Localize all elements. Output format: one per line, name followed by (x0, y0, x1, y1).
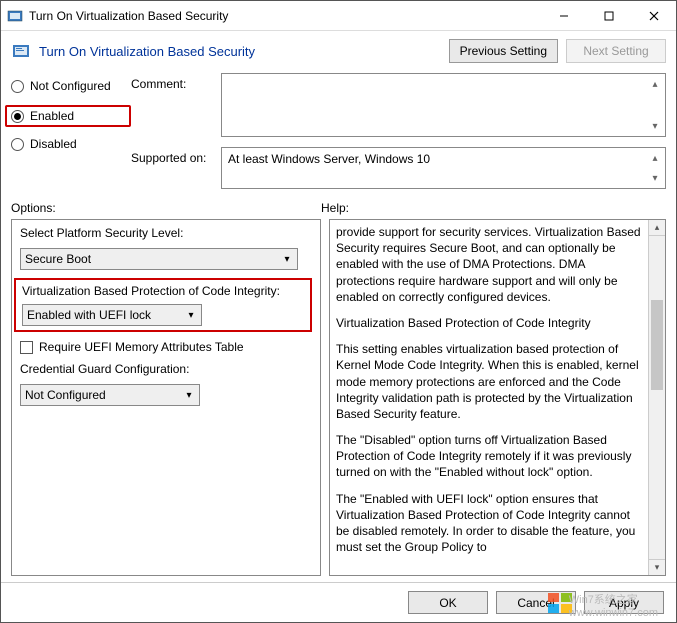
lower-section: Select Platform Security Level: Secure B… (1, 219, 676, 582)
state-radio-group: Not Configured Enabled Disabled (11, 73, 131, 189)
radio-label: Enabled (30, 109, 74, 123)
comment-field: Comment: ▴ ▾ (131, 73, 666, 137)
dropdown-value: Secure Boot (25, 252, 91, 266)
comment-textarea[interactable]: ▴ ▾ (221, 73, 666, 137)
help-paragraph: provide support for security services. V… (336, 224, 642, 305)
scroll-up-icon[interactable]: ▴ (649, 220, 665, 236)
dropdown-value: Not Configured (25, 388, 106, 402)
header: Turn On Virtualization Based Security Pr… (1, 31, 676, 67)
platform-security-label: Select Platform Security Level: (20, 226, 312, 240)
credential-guard-label: Credential Guard Configuration: (20, 362, 312, 376)
help-pane: provide support for security services. V… (329, 219, 666, 576)
radio-not-configured[interactable]: Not Configured (11, 79, 131, 93)
radio-icon (11, 80, 24, 93)
credential-guard-dropdown[interactable]: Not Configured ▾ (20, 384, 200, 406)
platform-security-dropdown[interactable]: Secure Boot ▾ (20, 248, 298, 270)
help-paragraph: This setting enables virtualization base… (336, 341, 642, 422)
supported-on-box: At least Windows Server, Windows 10 ▴ ▾ (221, 147, 666, 189)
supported-on-label: Supported on: (131, 147, 221, 165)
radio-label: Not Configured (30, 79, 111, 93)
checkbox-icon (20, 341, 33, 354)
uefi-mat-checkbox-row[interactable]: Require UEFI Memory Attributes Table (20, 340, 312, 354)
upper-right: Comment: ▴ ▾ Supported on: At least Wind… (131, 73, 666, 189)
help-text: provide support for security services. V… (330, 220, 648, 575)
code-integrity-group: Virtualization Based Protection of Code … (14, 278, 312, 332)
radio-icon (11, 110, 24, 123)
scroll-up-icon[interactable]: ▴ (647, 150, 663, 166)
policy-icon (11, 41, 31, 61)
chevron-down-icon: ▾ (184, 308, 198, 322)
scroll-down-icon[interactable]: ▾ (647, 170, 663, 186)
code-integrity-dropdown[interactable]: Enabled with UEFI lock ▾ (22, 304, 202, 326)
titlebar: Turn On Virtualization Based Security (1, 1, 676, 31)
help-paragraph: Virtualization Based Protection of Code … (336, 315, 642, 331)
scrollbar-thumb[interactable] (651, 300, 663, 390)
radio-icon (11, 138, 24, 151)
ok-button[interactable]: OK (408, 591, 488, 614)
gpo-editor-window: Turn On Virtualization Based Security Tu… (0, 0, 677, 623)
help-scrollbar[interactable]: ▴ ▾ (648, 220, 665, 575)
options-pane: Select Platform Security Level: Secure B… (11, 219, 321, 576)
policy-title: Turn On Virtualization Based Security (39, 44, 441, 59)
window-title: Turn On Virtualization Based Security (29, 9, 541, 23)
app-icon (7, 8, 23, 24)
radio-disabled[interactable]: Disabled (11, 137, 131, 151)
scroll-down-icon[interactable]: ▾ (647, 118, 663, 134)
comment-label: Comment: (131, 73, 221, 91)
supported-on-field: Supported on: At least Windows Server, W… (131, 147, 666, 189)
chevron-down-icon: ▾ (280, 252, 294, 266)
scroll-down-icon[interactable]: ▾ (649, 559, 665, 575)
next-setting-button: Next Setting (566, 39, 666, 63)
help-heading: Help: (321, 201, 666, 215)
scroll-up-icon[interactable]: ▴ (647, 76, 663, 92)
apply-button[interactable]: Apply (584, 591, 664, 614)
mid-labels: Options: Help: (1, 193, 676, 219)
code-integrity-label: Virtualization Based Protection of Code … (22, 284, 304, 298)
options-heading: Options: (11, 201, 321, 215)
footer: OK Cancel Apply Win7系统之家 www.winwin7.com (1, 582, 676, 622)
cancel-button[interactable]: Cancel (496, 591, 576, 614)
previous-setting-button[interactable]: Previous Setting (449, 39, 558, 63)
help-paragraph: The "Disabled" option turns off Virtuali… (336, 432, 642, 481)
maximize-button[interactable] (586, 2, 631, 30)
radio-enabled[interactable]: Enabled (5, 105, 131, 127)
minimize-button[interactable] (541, 2, 586, 30)
uefi-mat-label: Require UEFI Memory Attributes Table (39, 340, 244, 354)
supported-on-value: At least Windows Server, Windows 10 (228, 152, 430, 166)
close-button[interactable] (631, 2, 676, 30)
radio-label: Disabled (30, 137, 77, 151)
upper-section: Not Configured Enabled Disabled Comment:… (1, 67, 676, 193)
chevron-down-icon: ▾ (182, 388, 196, 402)
help-paragraph: The "Enabled with UEFI lock" option ensu… (336, 491, 642, 556)
dropdown-value: Enabled with UEFI lock (27, 308, 151, 322)
